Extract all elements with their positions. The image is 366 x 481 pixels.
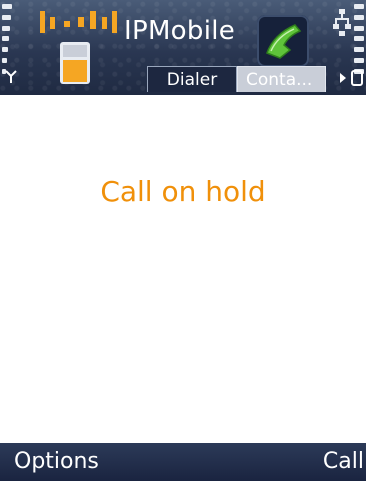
call-status-pane: Call on hold: [12, 95, 354, 443]
tab-dialer[interactable]: Dialer: [147, 66, 237, 92]
antenna-icon: [5, 70, 17, 83]
battery-level-bars: [352, 4, 364, 74]
tab-contacts[interactable]: Conta...: [237, 66, 326, 92]
signal-strength-bars: [2, 4, 14, 74]
left-edge: [0, 95, 12, 443]
chevron-right-icon[interactable]: [338, 70, 348, 86]
phone-screen: IPMobile Dialer Conta... Call on hold Op…: [0, 0, 366, 481]
more-tabs-icon[interactable]: [351, 70, 363, 86]
softkey-bar: Options Call: [0, 443, 366, 481]
app-title: IPMobile: [124, 16, 236, 46]
call-status-message: Call on hold: [100, 175, 266, 208]
status-pane: IPMobile Dialer Conta...: [0, 0, 366, 95]
options-softkey[interactable]: Options: [14, 449, 99, 474]
network-icon: [333, 9, 351, 36]
tab-bar: Dialer Conta...: [147, 66, 326, 92]
right-edge: [354, 95, 366, 443]
green-phone-handset-icon[interactable]: [257, 15, 309, 67]
call-softkey[interactable]: Call: [323, 449, 364, 474]
ipmobile-app-icon: [40, 11, 117, 84]
